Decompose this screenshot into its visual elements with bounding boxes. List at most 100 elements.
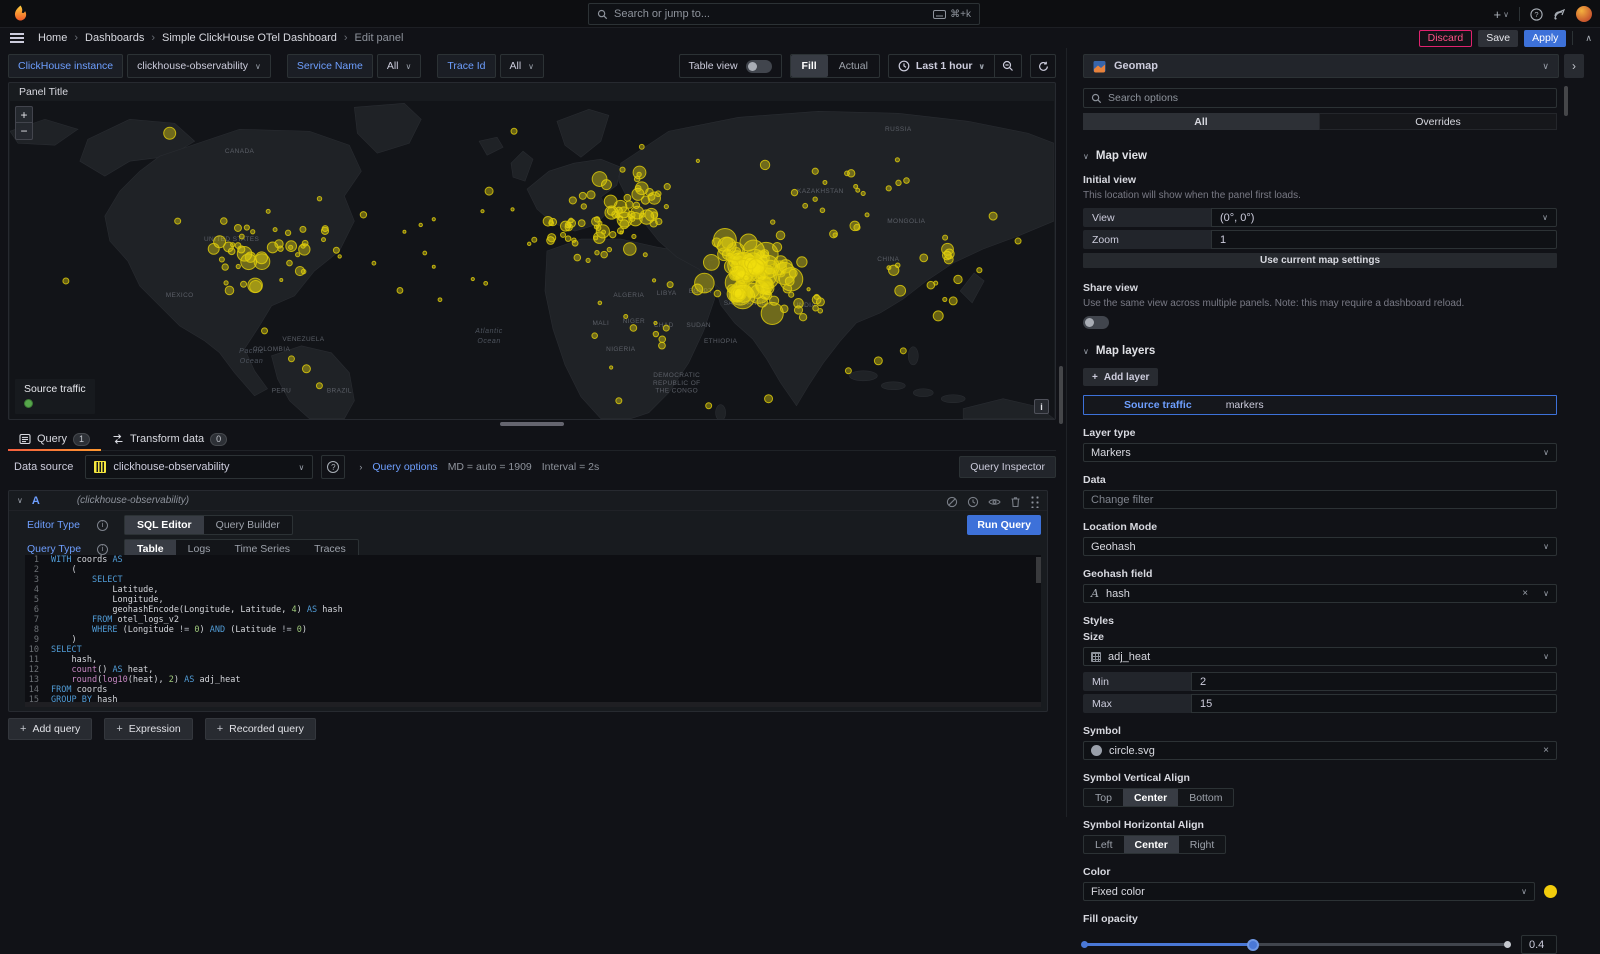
align-left-option[interactable]: Left — [1084, 836, 1124, 853]
location-mode-select[interactable]: Geohash ∨ — [1083, 537, 1557, 556]
refresh-button[interactable] — [1030, 54, 1056, 78]
grafana-logo[interactable] — [12, 5, 29, 22]
map-zoom-out-button[interactable]: − — [15, 123, 33, 140]
layer-row[interactable]: Source traffic markers — [1083, 395, 1557, 415]
query-footer: +Add query +Expression +Recorded query — [8, 718, 316, 740]
news-icon[interactable] — [1553, 8, 1566, 21]
symbol-vertical-align-segment: Top Center Bottom — [1083, 788, 1234, 807]
breadcrumb-dashboard-name[interactable]: Simple ClickHouse OTel Dashboard — [162, 32, 337, 44]
chevron-down-icon[interactable]: ∨ — [17, 496, 23, 505]
add-query-button[interactable]: +Add query — [8, 718, 92, 740]
left-scrollbar-thumb[interactable] — [1059, 366, 1063, 424]
global-search[interactable]: Search or jump to... ⌘+k — [588, 3, 980, 25]
table-view-toggle[interactable]: Table view — [679, 54, 782, 78]
map-info-button[interactable]: i — [1034, 399, 1049, 414]
align-center-option[interactable]: Center — [1124, 836, 1179, 853]
sql-code-editor[interactable]: 1WITH coords AS2 (3 SELECT4 Latitude,5 L… — [25, 555, 1041, 707]
zoom-out-time-button[interactable] — [995, 54, 1021, 78]
breadcrumb-dashboards[interactable]: Dashboards — [85, 32, 144, 44]
slider-thumb[interactable] — [1247, 939, 1259, 951]
clickhouse-instance-select[interactable]: clickhouse-observability∨ — [127, 54, 271, 78]
options-tab-overrides[interactable]: Overrides — [1319, 113, 1557, 130]
panel-resize-handle[interactable] — [500, 422, 564, 426]
string-field-icon: A — [1091, 587, 1099, 600]
table-view-switch[interactable] — [746, 60, 772, 73]
options-search[interactable]: Search options — [1083, 88, 1557, 108]
run-query-button[interactable]: Run Query — [967, 515, 1041, 535]
code-horizontal-scrollbar[interactable] — [25, 702, 1041, 707]
clear-icon[interactable]: × — [1522, 588, 1528, 599]
tab-query[interactable]: Query 1 — [8, 428, 101, 450]
section-map-layers[interactable]: ∨ Map layers — [1083, 345, 1557, 357]
zoom-field-input[interactable]: 1 — [1211, 230, 1557, 249]
avatar[interactable] — [1576, 6, 1592, 22]
breadcrumb-separator-icon: › — [344, 32, 348, 44]
time-range-button[interactable]: Last 1 hour ∨ — [889, 60, 994, 72]
actual-option[interactable]: Actual — [828, 55, 879, 77]
menu-icon[interactable] — [10, 33, 24, 43]
clear-icon[interactable]: × — [1543, 745, 1549, 756]
size-label: Size — [1083, 631, 1557, 643]
add-layer-button[interactable]: +Add layer — [1083, 368, 1158, 386]
remove-query-icon[interactable] — [1010, 496, 1021, 508]
recorded-query-button[interactable]: +Recorded query — [205, 718, 316, 740]
datasource-help-button[interactable]: ? — [321, 455, 345, 479]
size-field-select[interactable]: adj_heat ∨ — [1083, 647, 1557, 666]
symbol-label: Symbol — [1083, 725, 1557, 737]
layer-name[interactable]: Source traffic — [1124, 399, 1192, 411]
service-name-select[interactable]: All∨ — [377, 54, 422, 78]
section-map-view[interactable]: ∨ Map view — [1083, 150, 1557, 162]
chevron-down-icon: ∨ — [406, 62, 412, 71]
symbol-select[interactable]: circle.svg × — [1083, 741, 1557, 760]
visualization-picker[interactable]: Geomap ∨ — [1083, 54, 1559, 78]
color-label: Color — [1083, 866, 1557, 878]
align-center-option[interactable]: Center — [1123, 789, 1178, 806]
align-top-option[interactable]: Top — [1084, 789, 1123, 806]
query-builder-option[interactable]: Query Builder — [204, 516, 292, 534]
view-field-select[interactable]: (0°, 0°) ∨ — [1211, 208, 1557, 227]
trace-id-select[interactable]: All∨ — [500, 54, 545, 78]
color-select[interactable]: Fixed color ∨ — [1083, 882, 1535, 901]
expand-icon[interactable]: › — [359, 462, 362, 472]
panel-title[interactable]: Panel Title — [9, 83, 1055, 101]
disable-query-icon[interactable] — [946, 496, 958, 508]
new-button[interactable]: +∨ — [1494, 7, 1509, 22]
code-vertical-scrollbar[interactable] — [1036, 557, 1041, 583]
apply-button[interactable]: Apply — [1524, 30, 1566, 47]
fill-option[interactable]: Fill — [791, 55, 828, 77]
use-current-map-settings-button[interactable]: Use current map settings — [1083, 253, 1557, 268]
query-inspector-button[interactable]: Query Inspector — [959, 456, 1056, 478]
geohash-field-select[interactable]: A hash × ∨ — [1083, 584, 1557, 603]
color-swatch[interactable] — [1544, 885, 1557, 898]
hide-response-icon[interactable] — [988, 496, 1001, 508]
align-bottom-option[interactable]: Bottom — [1178, 789, 1233, 806]
map-canvas[interactable]: RUSSIACANADAUNITED STATESMEXICOKAZAKHSTA… — [10, 101, 1054, 419]
info-icon: i — [97, 520, 108, 531]
query-header[interactable]: ∨ A (clickhouse-observability) — [9, 491, 1047, 511]
share-view-switch[interactable] — [1083, 316, 1109, 329]
query-options-link[interactable]: Query options — [372, 461, 437, 473]
tab-transform-data[interactable]: Transform data 0 — [101, 428, 238, 450]
layer-type-select[interactable]: Markers ∨ — [1083, 443, 1557, 462]
fill-opacity-value[interactable]: 0.4 — [1521, 935, 1557, 954]
save-button[interactable]: Save — [1478, 30, 1518, 47]
drag-handle-icon[interactable] — [1030, 495, 1039, 508]
collapse-pane-button[interactable]: › — [1564, 54, 1584, 78]
help-icon[interactable]: ? — [1530, 8, 1543, 21]
align-right-option[interactable]: Right — [1179, 836, 1226, 853]
data-filter-field[interactable]: Change filter — [1083, 490, 1557, 509]
discard-button[interactable]: Discard — [1419, 30, 1473, 47]
query-history-icon[interactable] — [967, 496, 979, 508]
breadcrumb-home[interactable]: Home — [38, 32, 67, 44]
options-tab-all[interactable]: All — [1083, 113, 1319, 130]
min-input[interactable]: 2 — [1191, 672, 1557, 691]
datasource-select[interactable]: clickhouse-observability ∨ — [85, 455, 313, 479]
collapse-toolbar-icon[interactable]: ∧ — [1585, 33, 1592, 44]
sql-editor-option[interactable]: SQL Editor — [125, 516, 204, 534]
location-mode-label: Location Mode — [1083, 521, 1557, 533]
map-zoom-in-button[interactable]: + — [15, 106, 33, 123]
expression-button[interactable]: +Expression — [104, 718, 192, 740]
max-input[interactable]: 15 — [1191, 694, 1557, 713]
options-scrollbar-thumb[interactable] — [1564, 86, 1568, 116]
fill-opacity-slider[interactable] — [1083, 943, 1509, 946]
